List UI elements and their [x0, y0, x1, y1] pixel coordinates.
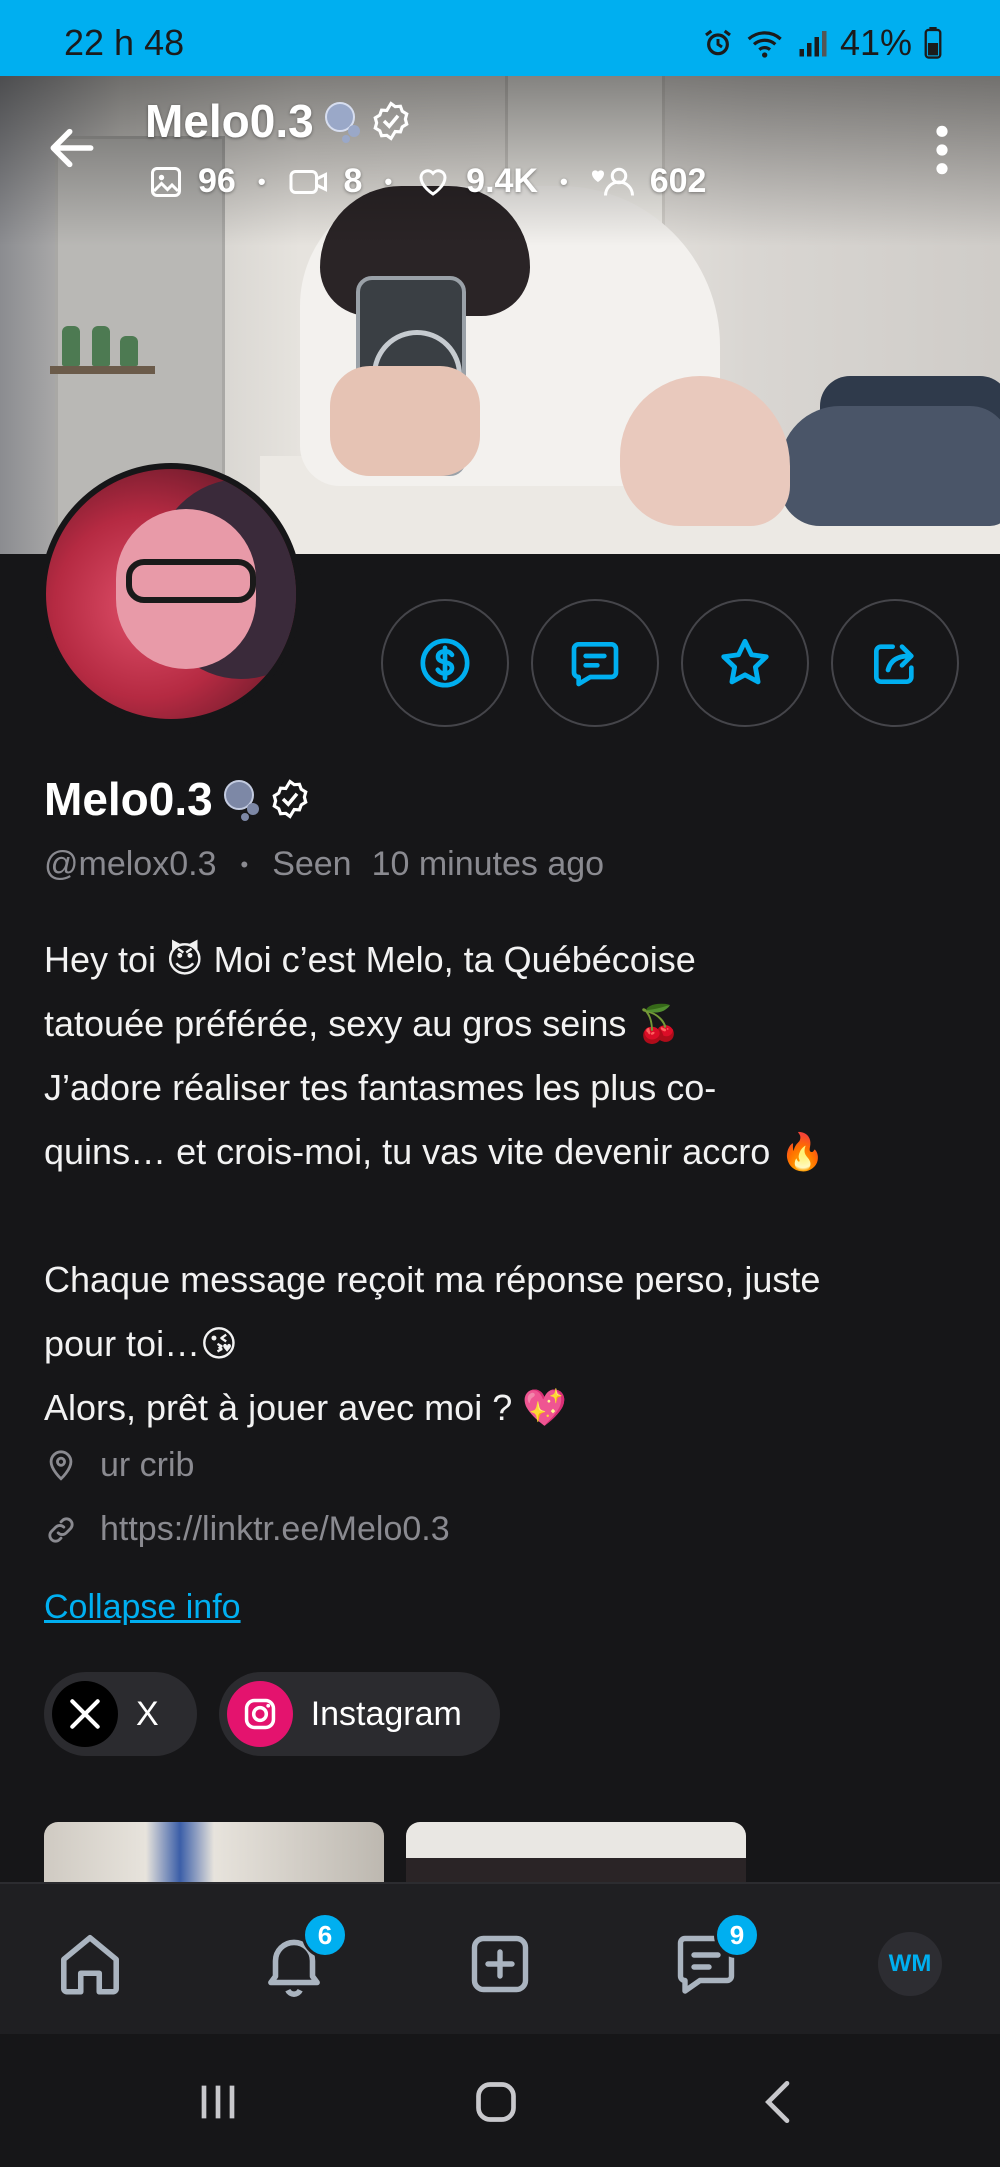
bubbles-icon — [324, 102, 360, 143]
recent-apps-icon[interactable] — [190, 2074, 246, 2130]
signal-icon — [799, 31, 827, 57]
bio-line: Chaque message reçoit ma réponse perso, … — [44, 1259, 821, 1300]
profile-actions — [381, 599, 959, 727]
location-pin-icon — [49, 1449, 73, 1481]
battery-percent: 41% — [839, 22, 912, 63]
bio-line: pour toi…😘 — [44, 1323, 238, 1364]
status-bar: 22 h 48 41% — [0, 0, 1000, 76]
wifi-icon — [747, 31, 782, 58]
home-icon — [61, 1935, 119, 1995]
bio-line: quins… et crois-moi, tu vas vite devenir… — [44, 1131, 826, 1172]
status-time: 22 h 48 — [64, 22, 185, 63]
profile-handle: @melox0.3 — [44, 845, 217, 883]
share-icon — [874, 644, 914, 684]
collapse-info-link[interactable]: Collapse info — [44, 1588, 241, 1627]
add-post-icon — [471, 1935, 529, 1993]
bio-line: tatouée préférée, sexy au gros seins 🍒 — [44, 1003, 682, 1044]
favorite-button[interactable] — [681, 599, 809, 727]
link-icon — [48, 1516, 74, 1543]
seen-time: 10 minutes ago — [371, 845, 605, 883]
messages-badge: 9 — [714, 1912, 760, 1958]
back-system-icon[interactable] — [752, 2074, 808, 2130]
alarm-icon — [704, 29, 731, 56]
avatar[interactable] — [40, 463, 302, 725]
message-icon — [571, 642, 619, 687]
video-icon — [289, 169, 327, 194]
bio-line: Alors, prêt à jouer avec moi ? 💖 — [44, 1387, 568, 1428]
instagram-icon — [226, 1681, 293, 1747]
header-name: Melo0.3 — [145, 95, 314, 147]
notifications-badge: 6 — [302, 1912, 348, 1958]
social-label: X — [136, 1694, 159, 1733]
videos-count: 8 — [343, 162, 363, 200]
bottom-nav: 6 9 WM — [0, 1882, 1000, 2034]
profile-name: Melo0.3 — [44, 773, 213, 825]
profile-link[interactable]: https://linktr.ee/Melo0.3 — [100, 1510, 450, 1549]
nav-messages[interactable]: 9 — [666, 1912, 760, 2004]
verified-badge-icon — [272, 779, 308, 819]
post-thumbnail[interactable] — [44, 1822, 384, 1882]
bubbles-icon — [223, 780, 259, 821]
photo-icon — [151, 166, 181, 197]
profile-bio: Hey toi 😈 Moi c’est Melo, ta Québécoise … — [44, 928, 974, 1440]
message-button[interactable] — [531, 599, 659, 727]
dollar-icon — [420, 638, 470, 688]
location-row: ur crib — [44, 1446, 194, 1485]
x-icon — [52, 1681, 118, 1747]
home-system-icon[interactable] — [468, 2074, 524, 2130]
social-chip-x[interactable]: X — [44, 1672, 197, 1756]
seen-label: Seen — [272, 845, 352, 883]
battery-icon — [924, 27, 942, 59]
profile-name-row: Melo0.3 — [44, 772, 311, 826]
post-thumbnails — [44, 1822, 746, 1882]
likes-count: 9.4K — [466, 162, 538, 200]
more-options-icon[interactable] — [924, 122, 960, 178]
fans-icon — [591, 167, 634, 196]
tip-button[interactable] — [381, 599, 509, 727]
heart-icon — [419, 168, 447, 196]
photos-count: 96 — [198, 162, 236, 200]
back-arrow-icon[interactable] — [44, 120, 100, 176]
bio-line: J’adore réaliser tes fantasmes les plus … — [44, 1067, 717, 1108]
status-icons: 41% — [702, 22, 942, 64]
nav-notifications[interactable]: 6 — [254, 1912, 348, 2004]
user-avatar-initials: WM — [878, 1932, 942, 1996]
social-links: X Instagram — [44, 1672, 500, 1756]
location-text: ur crib — [100, 1446, 195, 1484]
handle-row: @melox0.3 • Seen 10 minutes ago — [44, 845, 605, 883]
nav-profile[interactable]: WM — [870, 1924, 950, 2004]
system-nav-bar — [0, 2034, 1000, 2167]
fans-count: 602 — [649, 162, 707, 200]
nav-home[interactable] — [50, 1924, 130, 2004]
link-row[interactable]: https://linktr.ee/Melo0.3 — [44, 1510, 450, 1549]
post-thumbnail[interactable] — [406, 1822, 746, 1882]
bio-line — [44, 1184, 974, 1248]
share-button[interactable] — [831, 599, 959, 727]
social-chip-instagram[interactable]: Instagram — [218, 1672, 500, 1756]
header-stats: 96 • 8 • 9.4K • 602 — [148, 162, 706, 201]
verified-badge-icon — [373, 101, 409, 141]
bio-line: Hey toi 😈 Moi c’est Melo, ta Québécoise — [44, 939, 696, 980]
nav-add[interactable] — [460, 1924, 540, 2004]
star-icon — [721, 638, 769, 685]
social-label: Instagram — [310, 1694, 462, 1733]
header-name-row: Melo0.3 — [145, 94, 412, 148]
